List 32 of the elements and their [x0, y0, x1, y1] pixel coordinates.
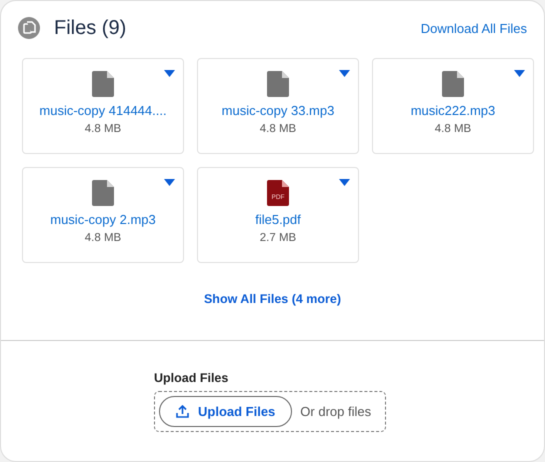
drop-hint: Or drop files — [300, 404, 372, 419]
caret-icon[interactable] — [164, 70, 175, 77]
download-all-link[interactable]: Download All Files — [420, 20, 527, 36]
file-size: 2.7 MB — [260, 232, 296, 244]
file-size: 4.8 MB — [260, 123, 296, 135]
file-icon — [92, 180, 114, 206]
upload-button[interactable]: Upload Files — [159, 396, 292, 427]
file-size: 4.8 MB — [84, 232, 122, 244]
file-size: 4.8 MB — [84, 123, 122, 135]
file-icon — [442, 71, 464, 97]
file-name-link[interactable]: music-copy 414444.... — [39, 103, 167, 118]
show-all-files-link[interactable]: Show All Files (4 more) — [204, 292, 342, 306]
drop-zone[interactable]: Upload Files Or drop files — [154, 391, 386, 432]
file-tile[interactable]: music222.mp3 4.8 MB — [372, 58, 534, 154]
caret-icon[interactable] — [514, 70, 525, 77]
upload-label: Upload Files — [154, 371, 228, 385]
file-name-link[interactable]: music222.mp3 — [410, 103, 496, 118]
file-tile[interactable]: music-copy 414444.... 4.8 MB — [22, 58, 184, 154]
file-tile[interactable]: music-copy 33.mp3 4.8 MB — [197, 58, 359, 154]
files-icon — [18, 17, 40, 39]
file-icon — [92, 71, 114, 97]
upload-icon — [176, 405, 189, 418]
caret-icon[interactable] — [339, 70, 350, 77]
file-icon — [267, 71, 289, 97]
caret-icon[interactable] — [164, 179, 175, 186]
file-name-link[interactable]: file5.pdf — [255, 212, 301, 227]
file-tile[interactable]: music-copy 2.mp3 4.8 MB — [22, 167, 184, 263]
panel-title: Files (9) — [54, 16, 128, 40]
caret-icon[interactable] — [339, 179, 350, 186]
file-size: 4.8 MB — [434, 123, 472, 135]
file-name-link[interactable]: music-copy 2.mp3 — [50, 212, 156, 227]
file-name-link[interactable]: music-copy 33.mp3 — [222, 103, 334, 118]
